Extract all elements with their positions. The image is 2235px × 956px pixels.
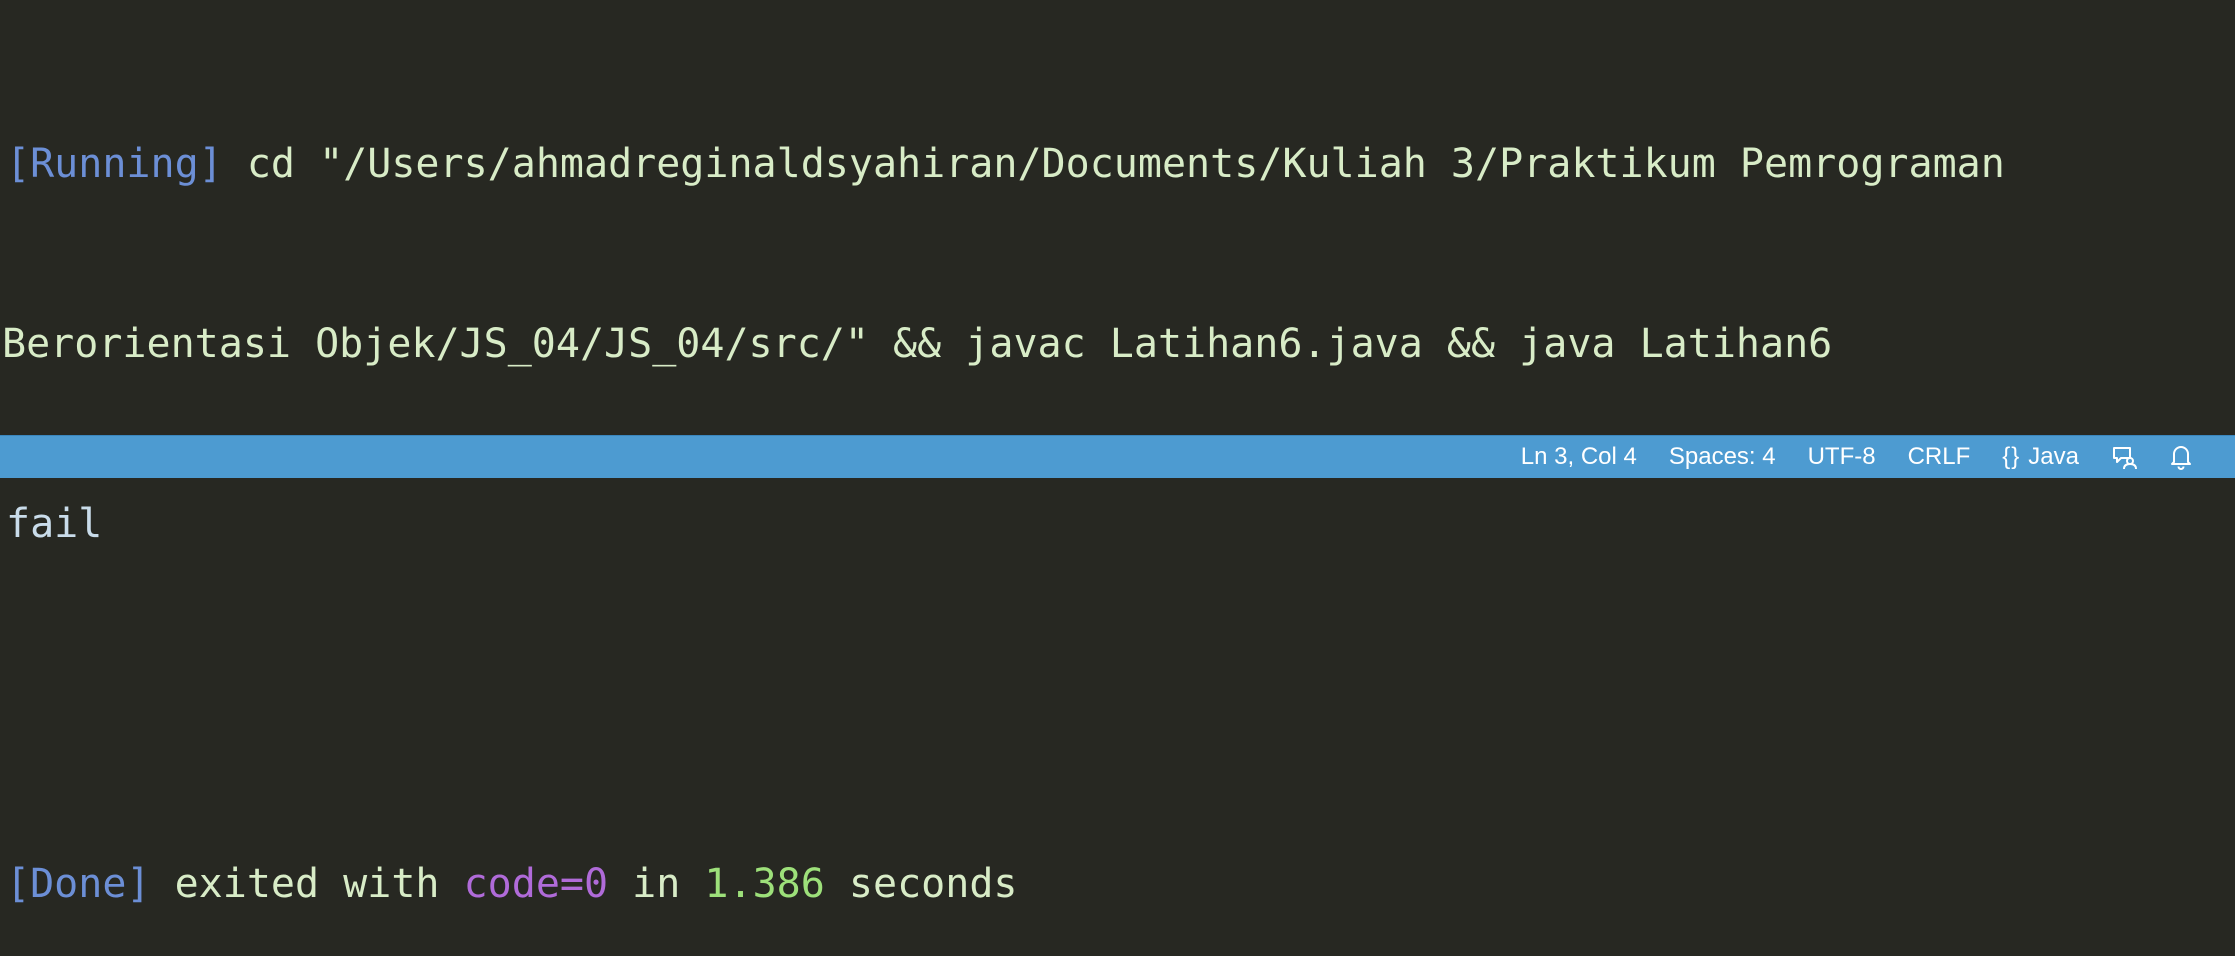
indentation-label: Spaces: 4 [1668,443,1776,470]
notifications-button[interactable] [2153,436,2209,479]
language-mode-button[interactable]: {} Java [1986,436,2095,479]
indentation-button[interactable]: Spaces: 4 [1653,436,1792,479]
output-panel: [Running] cd "/Users/ahmadreginaldsyahir… [0,0,2235,907]
elapsed-seconds: 1.386 [704,861,825,907]
encoding-button[interactable]: UTF-8 [1792,436,1892,479]
encoding-label: UTF-8 [1807,443,1876,470]
feedback-person-icon [2111,444,2137,470]
feedback-button[interactable] [2095,436,2153,479]
exit-code: code=0 [463,861,609,907]
line-ending-label: CRLF [1907,443,1971,470]
cursor-position-label: Ln 3, Col 4 [1520,443,1637,470]
done-tag: [Done] [6,861,151,907]
braces-icon: {} [2002,443,2021,470]
output-line-done: [Done] exited with code=0 in 1.386 secon… [0,854,2235,914]
language-label: Java [2028,443,2079,470]
seconds-text: seconds [824,861,1018,907]
status-bar: Ln 3, Col 4 Spaces: 4 UTF-8 CRLF {} Java [0,435,2235,478]
output-line-blank [0,674,2235,734]
in-text: in [608,861,705,907]
output-line-running: [Running] cd "/Users/ahmadreginaldsyahir… [0,134,2235,194]
output-line-command-continued: Berorientasi Objek/JS_04/JS_04/src/" && … [0,314,2235,374]
program-output: fail [6,501,103,547]
output-line-stdout: fail [0,494,2235,554]
exit-text: exited with [150,861,464,907]
running-tag: [Running] [6,141,223,187]
bell-icon [2169,444,2193,470]
line-ending-button[interactable]: CRLF [1892,436,1987,479]
command-text-part2: Berorientasi Objek/JS_04/JS_04/src/" && … [2,321,1833,367]
cursor-position-button[interactable]: Ln 3, Col 4 [1505,436,1653,479]
command-text-part1: cd "/Users/ahmadreginaldsyahiran/Documen… [222,141,2005,187]
